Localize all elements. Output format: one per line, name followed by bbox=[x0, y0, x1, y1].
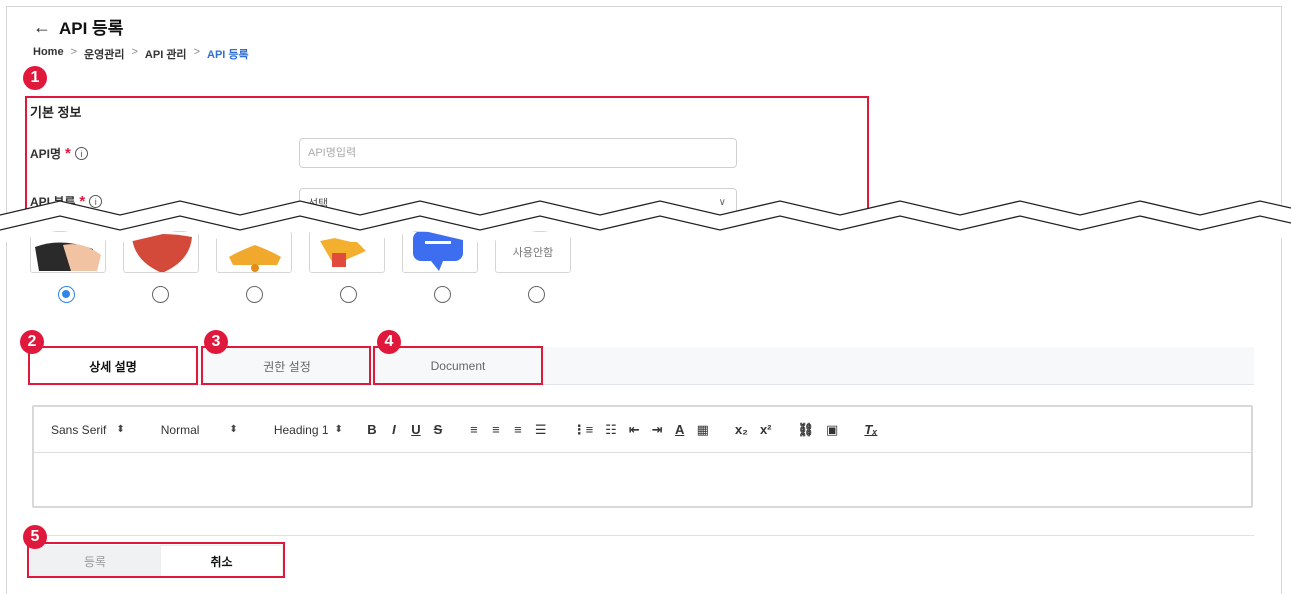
highlight-box-tab-document bbox=[373, 346, 543, 385]
chevron-right-icon: > bbox=[193, 46, 200, 58]
strike-icon[interactable]: S bbox=[433, 422, 443, 437]
breadcrumb-operations[interactable]: 운영관리 bbox=[84, 46, 124, 62]
font-family-value: Sans Serif bbox=[51, 422, 107, 437]
section-title-basic-info: 기본 정보 bbox=[30, 105, 82, 120]
icon-option-none-label: 사용안함 bbox=[512, 247, 554, 259]
ordered-list-icon[interactable]: ⋮≡ bbox=[573, 422, 594, 438]
bold-icon[interactable]: B bbox=[367, 422, 377, 437]
marker-2: 2 bbox=[20, 330, 44, 354]
font-family-select[interactable]: Sans Serif ⬍ bbox=[51, 423, 125, 437]
marker-5: 5 bbox=[23, 525, 47, 549]
icon-radio-megaphone[interactable] bbox=[340, 286, 357, 303]
arrow-left-icon[interactable]: ← bbox=[33, 18, 51, 36]
info-icon[interactable]: i bbox=[74, 147, 88, 160]
align-right-icon[interactable]: ≡ bbox=[513, 422, 523, 437]
icon-radio-group bbox=[58, 286, 545, 303]
rich-text-editor: Sans Serif ⬍ Normal ⬍ Heading 1 ⬍ B I U S ≡… bbox=[32, 405, 1253, 508]
highlight-box-tab-permission bbox=[201, 346, 371, 385]
font-size-value: Normal bbox=[160, 422, 200, 437]
page-title: API 등록 bbox=[59, 19, 124, 38]
highlight-box-tab-detail bbox=[28, 346, 198, 385]
editor-toolbar: Sans Serif ⬍ Normal ⬍ Heading 1 ⬍ B I U S ≡… bbox=[34, 407, 1251, 453]
icon-radio-none[interactable] bbox=[528, 286, 545, 303]
breadcrumb-home[interactable]: Home bbox=[33, 46, 64, 62]
outdent-icon[interactable]: ⇤ bbox=[629, 422, 640, 438]
icon-radio-chat[interactable] bbox=[434, 286, 451, 303]
api-name-label: API명 * i bbox=[30, 145, 88, 162]
page: ← API 등록 Home > 운영관리 > API 관리 > API 등록 1… bbox=[0, 0, 1291, 594]
indent-icon[interactable]: ⇥ bbox=[652, 422, 663, 438]
font-size-select[interactable]: Normal ⬍ bbox=[161, 423, 238, 437]
header: ← API 등록 bbox=[33, 14, 123, 39]
text-color-icon[interactable]: A bbox=[675, 422, 685, 437]
clear-format-icon[interactable]: Tₓ bbox=[864, 422, 877, 437]
page-break-zigzag bbox=[0, 200, 1291, 242]
chevron-right-icon: > bbox=[131, 46, 138, 58]
select-arrows-icon: ⬍ bbox=[229, 424, 238, 435]
underline-icon[interactable]: U bbox=[411, 422, 421, 437]
select-arrows-icon: ⬍ bbox=[116, 424, 125, 435]
superscript-icon[interactable]: x² bbox=[760, 422, 772, 437]
select-arrows-icon: ⬍ bbox=[334, 424, 343, 435]
divider bbox=[30, 535, 1254, 536]
align-left-icon[interactable]: ≡ bbox=[469, 422, 479, 437]
italic-icon[interactable]: I bbox=[389, 422, 399, 437]
api-name-input[interactable] bbox=[299, 138, 737, 168]
background-color-icon[interactable]: ▦ bbox=[697, 422, 709, 438]
breadcrumb-api-management[interactable]: API 관리 bbox=[145, 46, 187, 62]
editor-content-area[interactable] bbox=[34, 453, 1251, 505]
image-icon[interactable]: ▣ bbox=[826, 422, 838, 438]
heading-select[interactable]: Heading 1 ⬍ bbox=[274, 423, 343, 437]
api-name-label-text: API명 bbox=[30, 147, 62, 161]
bullet-list-icon[interactable]: ☷ bbox=[605, 422, 617, 438]
breadcrumb-current: API 등록 bbox=[207, 49, 249, 61]
align-justify-icon[interactable]: ☰ bbox=[535, 422, 547, 438]
icon-radio-heart[interactable] bbox=[152, 286, 169, 303]
icon-radio-bell[interactable] bbox=[246, 286, 263, 303]
icon-radio-handshake[interactable] bbox=[58, 286, 75, 303]
highlight-box-actions bbox=[27, 542, 285, 578]
marker-4: 4 bbox=[377, 330, 401, 354]
breadcrumb: Home > 운영관리 > API 관리 > API 등록 bbox=[33, 46, 249, 62]
subscript-icon[interactable]: x₂ bbox=[735, 422, 748, 437]
required-mark: * bbox=[65, 145, 71, 162]
link-icon[interactable]: ⛓ bbox=[798, 422, 815, 438]
chevron-right-icon: > bbox=[70, 46, 77, 58]
heading-value: Heading 1 bbox=[273, 422, 329, 437]
marker-3: 3 bbox=[204, 330, 228, 354]
align-center-icon[interactable]: ≡ bbox=[491, 422, 501, 437]
marker-1: 1 bbox=[23, 66, 47, 90]
